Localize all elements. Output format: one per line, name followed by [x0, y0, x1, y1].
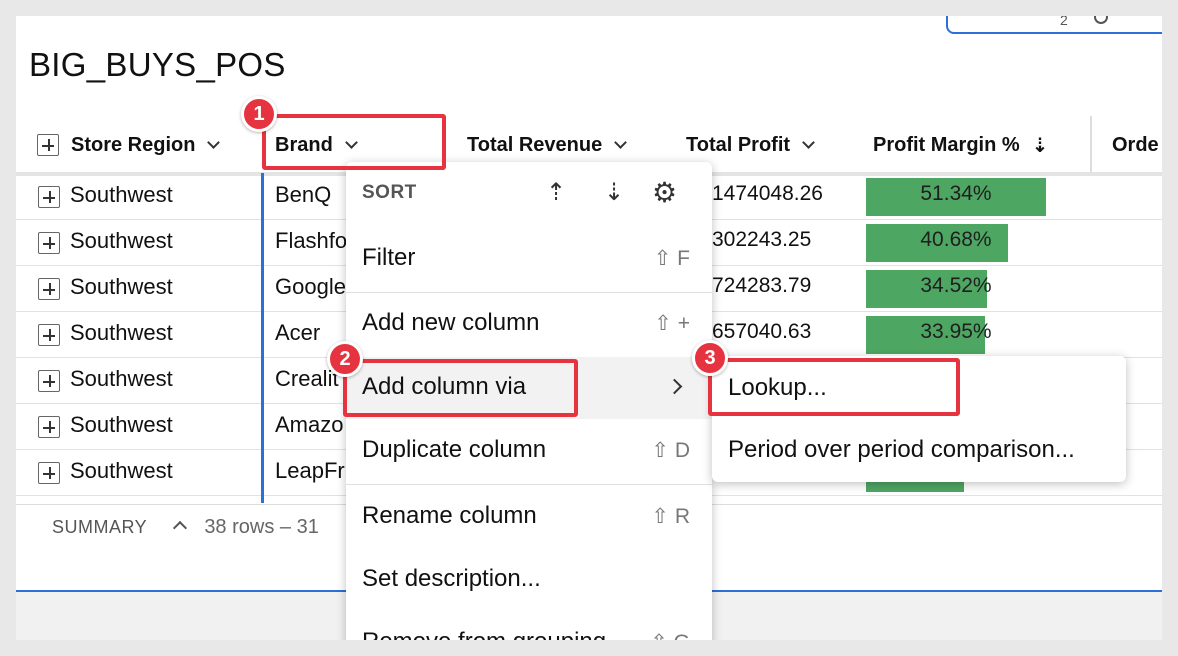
menu-item-duplicate-column[interactable]: Duplicate column ⇧ D	[346, 420, 712, 480]
cell-store-region: Southwest	[70, 182, 173, 207]
menu-item-label: Duplicate column	[362, 436, 547, 463]
top-control-value: 2	[1060, 16, 1068, 28]
header-total-revenue-label: Total Revenue	[467, 133, 603, 156]
header-profit-margin[interactable]: Profit Margin % ⇣	[873, 128, 1048, 162]
callout-box-add-column-via	[343, 359, 578, 417]
menu-item-shortcut: ⇧ G	[650, 630, 690, 640]
header-next-column[interactable]: Orde	[1112, 128, 1159, 162]
callout-badge: 2	[327, 341, 363, 377]
menu-item-set-description[interactable]: Set description...	[346, 549, 712, 609]
selected-column-outline	[261, 173, 264, 503]
expand-plus-icon[interactable]	[38, 370, 60, 392]
menu-item-add-new-column[interactable]: Add new column ⇧ +	[346, 293, 712, 353]
menu-item-shortcut: ⇧ +	[654, 312, 690, 335]
menu-item-remove-from-grouping[interactable]: Remove from grouping ⇧ G	[346, 612, 712, 640]
menu-item-shortcut: ⇧ D	[651, 439, 690, 462]
header-total-profit-label: Total Profit	[686, 133, 791, 156]
cell-brand: Google	[275, 274, 346, 299]
menu-separator	[346, 484, 712, 485]
cell-total-profit: 724283.79	[712, 274, 812, 297]
chevron-down-icon[interactable]	[614, 135, 628, 149]
cell-total-profit: 302243.25	[712, 228, 812, 251]
cell-profit-margin: 34.52%	[920, 274, 992, 297]
menu-item-shortcut: ⇧ R	[651, 505, 690, 528]
summary-bar[interactable]: SUMMARY 38 rows – 31	[52, 516, 319, 539]
menu-item-shortcut: ⇧ F	[653, 247, 690, 270]
cell-brand: LeapFr	[275, 458, 345, 483]
callout-box-brand	[262, 114, 446, 170]
chevron-down-icon[interactable]	[207, 135, 221, 149]
cell-brand: Amazo	[275, 412, 344, 437]
workbook-frame: 2 BIG_BUYS_POS Store Region Brand Total …	[16, 16, 1162, 640]
cell-total-profit: 657040.63	[712, 320, 812, 343]
cell-brand: BenQ	[275, 182, 332, 207]
menu-item-rename-column[interactable]: Rename column ⇧ R	[346, 486, 712, 546]
expand-plus-icon[interactable]	[38, 186, 60, 208]
sort-descending-icon[interactable]: ⇣	[1032, 133, 1049, 158]
cell-brand: Flashfo	[275, 228, 348, 253]
summary-text: 38 rows – 31	[204, 516, 319, 538]
menu-item-label: Add new column	[362, 309, 540, 336]
cell-store-region: Southwest	[70, 274, 173, 299]
cell-store-region: Southwest	[70, 366, 173, 391]
chevron-down-icon[interactable]	[802, 135, 815, 149]
callout-badge: 3	[692, 340, 728, 376]
cell-store-region: Southwest	[70, 458, 173, 483]
sort-descending-icon[interactable]: ⇣	[604, 178, 624, 207]
sort-label: SORT	[362, 182, 417, 203]
cell-store-region: Southwest	[70, 320, 173, 345]
cell-store-region: Southwest	[70, 228, 173, 253]
cell-brand: Acer	[275, 320, 321, 345]
expand-plus-icon[interactable]	[38, 462, 60, 484]
header-next-column-label: Orde	[1112, 133, 1159, 156]
cell-brand: Crealit	[275, 366, 339, 391]
expand-plus-icon[interactable]	[38, 278, 60, 300]
header-store-region[interactable]: Store Region	[37, 128, 221, 162]
column-divider	[1090, 116, 1092, 176]
settings-icon[interactable]	[1094, 16, 1108, 24]
chevron-up-icon[interactable]	[172, 520, 187, 536]
gear-icon[interactable]: ⚙	[652, 176, 677, 209]
submenu-item-period-comparison[interactable]: Period over period comparison...	[712, 420, 1126, 480]
header-store-region-label: Store Region	[71, 133, 196, 156]
header-total-profit[interactable]: Total Profit	[686, 128, 815, 162]
callout-badge: 1	[241, 96, 277, 132]
cell-store-region: Southwest	[70, 412, 173, 437]
menu-item-filter[interactable]: Filter ⇧ F	[346, 228, 712, 288]
cell-profit-margin: 33.95%	[920, 320, 992, 343]
expand-plus-icon[interactable]	[38, 232, 60, 254]
expand-plus-icon[interactable]	[37, 134, 59, 156]
summary-label: SUMMARY	[52, 517, 148, 537]
table-title: BIG_BUYS_POS	[29, 46, 286, 83]
chevron-right-icon	[666, 378, 683, 395]
expand-plus-icon[interactable]	[38, 416, 60, 438]
callout-box-lookup	[708, 358, 960, 416]
menu-item-label: Rename column	[362, 502, 537, 529]
sort-ascending-icon[interactable]: ⇡	[546, 178, 566, 207]
header-total-revenue[interactable]: Total Revenue	[467, 128, 628, 162]
cell-profit-margin: 51.34%	[920, 182, 992, 205]
submenu-item-label: Period over period comparison...	[728, 436, 1075, 463]
menu-item-label: Remove from grouping	[362, 628, 606, 640]
menu-item-label: Set description...	[362, 565, 541, 592]
expand-plus-icon[interactable]	[38, 324, 60, 346]
top-control[interactable]: 2	[946, 16, 1162, 34]
cell-profit-margin: 40.68%	[920, 228, 992, 251]
menu-item-label: Filter	[362, 244, 416, 271]
cell-total-profit: 1474048.26	[712, 182, 823, 205]
header-profit-margin-label: Profit Margin %	[873, 133, 1020, 156]
